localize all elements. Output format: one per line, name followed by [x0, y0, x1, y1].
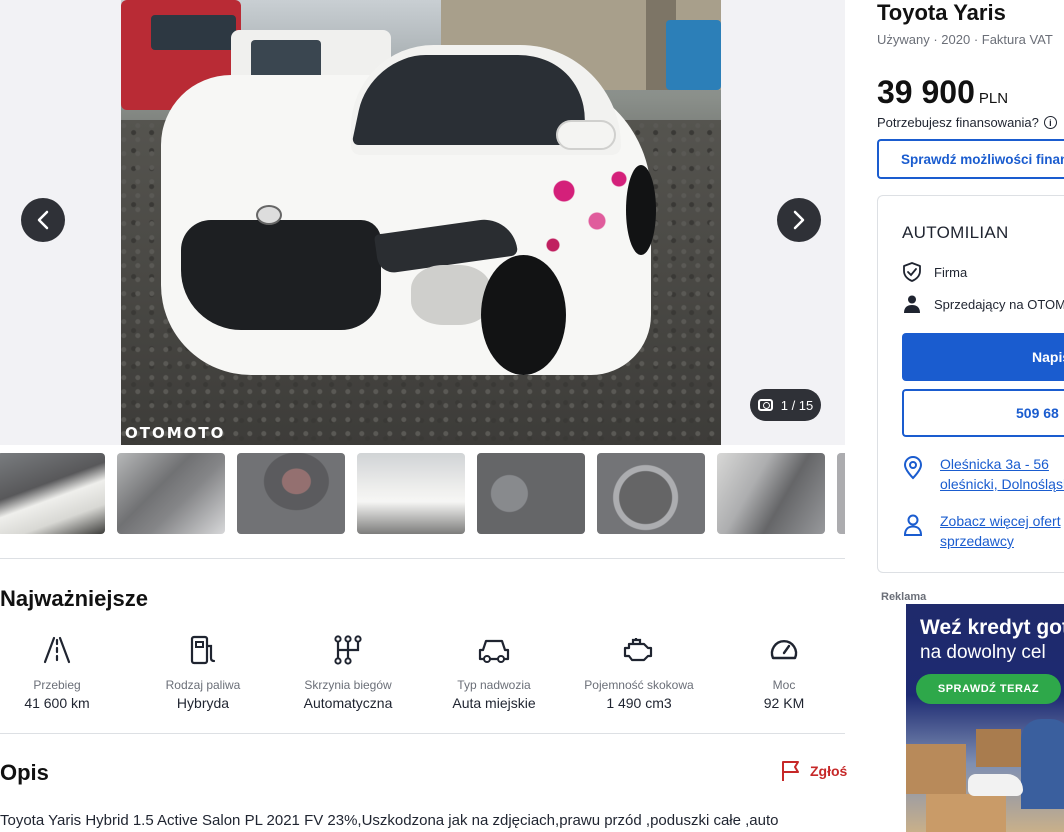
advertisement[interactable]: Weź kredyt gotówkowy na dowolny cel SPRA… [906, 604, 1064, 832]
seller-since: Sprzedający na OTOMOTO [934, 296, 1064, 312]
description-title: Opis [0, 760, 49, 785]
address-line-2[interactable]: oleśnicki, Dolnośląskie [940, 474, 1064, 494]
car-body-icon [478, 639, 510, 663]
user-outline-icon [903, 514, 923, 536]
flag-icon [782, 761, 799, 781]
more-offers-line-1[interactable]: Zobacz więcej ofert [940, 511, 1061, 531]
check-financing-button[interactable]: Sprawdź możliwości finansowania [877, 139, 1064, 179]
thumbnail-strip [0, 453, 845, 535]
photo-counter[interactable]: 1 / 15 [750, 389, 821, 421]
price-value: 39 900 [877, 74, 975, 110]
user-icon [904, 295, 920, 313]
gearbox-icon [334, 635, 362, 665]
thumbnail-1[interactable] [0, 453, 105, 534]
info-icon[interactable]: i [1043, 116, 1057, 129]
divider [0, 558, 845, 559]
listing-title: Toyota Yaris [877, 0, 1006, 25]
gallery-next-button[interactable] [777, 198, 821, 242]
message-seller-button[interactable]: Napisz [902, 333, 1064, 381]
spec-label: Typ nadwozia [457, 678, 531, 692]
highlights-list: Przebieg 41 600 km Rodzaj paliwa Hybryda… [0, 632, 845, 712]
spec-value: Hybryda [176, 695, 230, 711]
damaged-car-image [161, 45, 661, 405]
spec-gearbox: Skrzynia biegów Automatyczna [278, 632, 418, 711]
spec-body-type: Typ nadwozia Auta miejskie [424, 632, 564, 711]
spec-label: Pojemność skokowa [584, 678, 694, 692]
spec-value: 41 600 km [24, 695, 90, 711]
thumbnail-5[interactable] [477, 453, 585, 534]
spec-value: Automatyczna [303, 695, 393, 711]
description-text: Toyota Yaris Hybrid 1.5 Active Salon PL … [0, 812, 779, 829]
ad-label: Reklama [881, 591, 927, 603]
spec-label: Skrzynia biegów [304, 678, 392, 692]
ad-subheadline: na dowolny cel [920, 642, 1046, 663]
camera-icon [757, 399, 773, 411]
spec-value: 92 KM [763, 695, 805, 711]
photo-counter-text: 1 / 15 [780, 397, 814, 413]
finance-question: Potrzebujesz finansowania? i [877, 115, 1057, 130]
road-icon [43, 636, 71, 664]
otomoto-watermark: OTOMOTO [125, 424, 226, 442]
spec-label: Rodzaj paliwa [165, 678, 241, 692]
spec-value: 1 490 cm3 [606, 695, 672, 711]
seller-name: AUTOMILIAN [902, 223, 1009, 242]
thumbnail-6[interactable] [597, 453, 705, 534]
seller-type: Firma [934, 264, 968, 280]
thumbnail-7[interactable] [717, 453, 825, 534]
ad-headline: Weź kredyt gotówkowy [920, 616, 1064, 639]
thumbnail-3[interactable] [237, 453, 345, 534]
listing-subtitle: Używany · 2020 · Faktura VAT [877, 32, 1053, 47]
spec-engine: Pojemność skokowa 1 490 cm3 [569, 632, 709, 711]
more-offers-link[interactable]: Zobacz więcej ofert sprzedawcy [902, 511, 1061, 551]
spec-label: Przebieg [33, 678, 81, 692]
main-photo[interactable]: OTOMOTO [121, 0, 721, 445]
location-pin-icon [903, 456, 923, 480]
chevron-left-icon [37, 210, 49, 230]
image-gallery: OTOMOTO 1 / 15 [0, 0, 845, 445]
spec-mileage: Przebieg 41 600 km [0, 632, 127, 711]
price-currency: PLN [978, 90, 1009, 107]
thumbnail-4[interactable] [357, 453, 465, 534]
seller-location[interactable]: Oleśnicka 3a - 56 oleśnicki, Dolnośląski… [902, 454, 1064, 494]
price: 39 900 PLN [877, 74, 1008, 111]
fuel-pump-icon [190, 635, 216, 665]
report-label: Zgłoś [810, 763, 848, 779]
engine-icon [623, 638, 653, 662]
seller-since-row: Sprzedający na OTOMOTO [902, 294, 1064, 314]
ad-cta-button[interactable]: SPRAWDŹ TERAZ [916, 674, 1061, 704]
address-line-1[interactable]: Oleśnicka 3a - 56 [940, 454, 1064, 474]
highlights-title: Najważniejsze [0, 586, 148, 611]
report-button[interactable]: Zgłoś [780, 760, 847, 782]
seller-card: AUTOMILIAN Firma Sprzedający na OTOMOTO … [877, 195, 1064, 573]
shield-check-icon [903, 262, 921, 282]
spec-label: Moc [772, 678, 796, 692]
show-phone-button[interactable]: 509 68 [902, 389, 1064, 437]
speedometer-icon [770, 640, 798, 660]
divider [0, 733, 845, 734]
spec-value: Auta miejskie [452, 695, 536, 711]
thumbnail-2[interactable] [117, 453, 225, 534]
more-offers-line-2[interactable]: sprzedawcy [940, 531, 1061, 551]
chevron-right-icon [793, 210, 805, 230]
spec-fuel: Rodzaj paliwa Hybryda [133, 632, 273, 711]
gallery-prev-button[interactable] [21, 198, 65, 242]
finance-question-text: Potrzebujesz finansowania? [877, 115, 1039, 130]
seller-type-row: Firma [902, 262, 967, 282]
spec-power: Moc 92 KM [714, 632, 854, 711]
thumbnail-8[interactable] [837, 453, 845, 534]
